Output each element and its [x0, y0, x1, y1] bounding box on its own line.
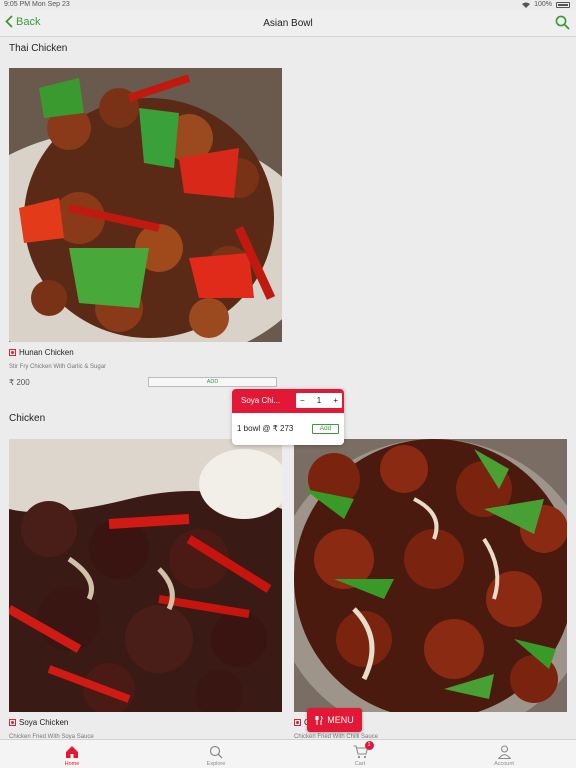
popup-header: Soya Chi... − 1 +	[232, 389, 344, 413]
quantity-stepper: − 1 +	[296, 393, 342, 408]
tab-explore[interactable]: Explore	[144, 740, 288, 768]
add-button[interactable]: ADD	[148, 377, 277, 387]
status-time: 9:05 PM Mon Sep 23	[4, 1, 70, 8]
hunan-chicken-photo[interactable]	[9, 68, 282, 342]
chilli-chicken-photo[interactable]	[294, 439, 567, 712]
non-veg-icon	[294, 719, 301, 726]
nav-bar: Back Asian Bowl	[0, 10, 576, 37]
tab-label: Explore	[206, 761, 226, 767]
popup-price-line: 1 bowl @ ₹ 273	[237, 424, 294, 433]
user-icon	[497, 744, 511, 759]
search-icon	[555, 15, 570, 30]
battery-icon	[556, 1, 570, 8]
tab-cart[interactable]: 1 Cart	[288, 740, 432, 768]
popup-add-button[interactable]: Add	[312, 424, 339, 434]
increment-button[interactable]: +	[333, 396, 338, 405]
section-title-thai-chicken: Thai Chicken	[9, 43, 68, 54]
tab-bar: Home Explore 1 Cart Account	[0, 739, 576, 768]
item-price: ₹ 200	[9, 378, 30, 387]
home-icon	[66, 745, 78, 758]
popup-body: 1 bowl @ ₹ 273 Add	[232, 413, 344, 445]
page-title: Asian Bowl	[263, 18, 313, 29]
search-icon	[209, 745, 223, 758]
status-right: 100%	[522, 1, 570, 8]
quantity-value: 1	[316, 396, 322, 405]
item-hunan-chicken[interactable]: Hunan Chicken	[9, 348, 74, 357]
item-name: Hunan Chicken	[19, 348, 74, 357]
quantity-popup: Soya Chi... − 1 + 1 bowl @ ₹ 273 Add	[232, 389, 344, 445]
item-name: Soya Chicken	[19, 718, 69, 727]
cart-badge: 1	[364, 741, 374, 750]
section-title-chicken: Chicken	[9, 413, 46, 424]
non-veg-icon	[9, 349, 16, 356]
wifi-icon	[522, 2, 531, 8]
menu-label: MENU	[327, 715, 354, 725]
search-button[interactable]	[555, 15, 570, 35]
status-bar: 9:05 PM Mon Sep 23 100%	[0, 0, 576, 10]
popup-title: Soya Chi...	[241, 396, 281, 405]
battery-percent: 100%	[534, 1, 552, 8]
menu-button[interactable]: MENU	[307, 708, 362, 732]
tab-label: Account	[494, 761, 514, 767]
non-veg-icon	[9, 719, 16, 726]
tab-home[interactable]: Home	[0, 740, 144, 768]
utensils-icon	[315, 715, 323, 725]
tab-label: Home	[64, 761, 80, 767]
tab-label: Cart	[354, 761, 366, 767]
item-soya-chicken[interactable]: Soya Chicken	[9, 718, 68, 727]
tab-account[interactable]: Account	[432, 740, 576, 768]
decrement-button[interactable]: −	[300, 396, 305, 405]
soya-chicken-photo[interactable]	[9, 439, 282, 712]
item-description: Stir Fry Chicken With Garlic & Sugar	[9, 364, 107, 370]
